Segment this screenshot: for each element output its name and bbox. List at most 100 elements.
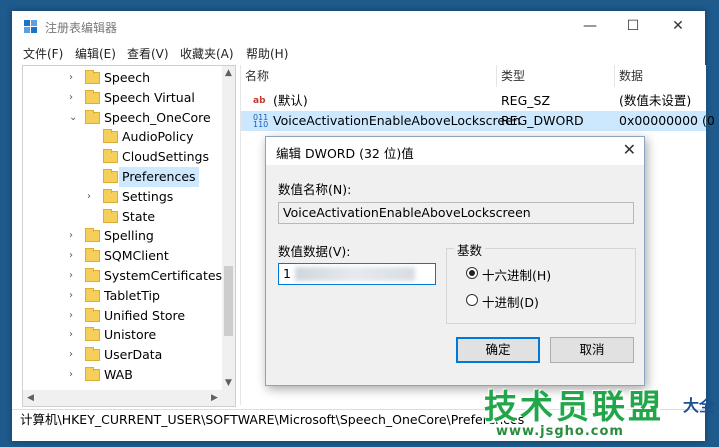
folder-icon xyxy=(85,307,100,322)
value-type: REG_DWORD xyxy=(501,113,584,128)
expand-chevron-icon[interactable]: › xyxy=(69,88,79,108)
title-bar[interactable]: 注册表编辑器 — ☐ ✕ xyxy=(12,11,705,41)
menu-help[interactable]: 帮助(H) xyxy=(246,45,288,62)
value-data: 0x00000000 (0 xyxy=(619,113,715,128)
expand-chevron-icon[interactable]: › xyxy=(87,187,97,207)
tree-item[interactable]: › Unistore xyxy=(23,325,221,345)
expand-chevron-icon[interactable]: › xyxy=(69,365,79,385)
menu-favorites[interactable]: 收藏夹(A) xyxy=(180,45,234,62)
decimal-radio-label[interactable]: 十进制(D) xyxy=(482,292,539,311)
edit-dword-dialog: 编辑 DWORD (32 位)值 ✕ 数值名称(N): VoiceActivat… xyxy=(265,136,645,386)
tree-item-label: TabletTip xyxy=(104,287,160,303)
tree-item-label: Settings xyxy=(122,188,174,204)
tree-item[interactable]: › SQMClient xyxy=(23,246,221,266)
tree-vertical-scrollbar[interactable]: ▲ ▼ xyxy=(222,66,235,390)
value-data-input[interactable]: 1 xyxy=(278,263,436,285)
value-name-label: 数值名称(N): xyxy=(278,182,352,197)
expand-chevron-icon[interactable]: › xyxy=(69,266,79,286)
folder-icon xyxy=(85,367,100,381)
folder-icon xyxy=(103,149,118,164)
list-item[interactable]: ab (默认) REG_SZ (数值未设置) xyxy=(241,91,706,111)
expand-chevron-icon[interactable]: › xyxy=(69,306,79,326)
window-title: 注册表编辑器 xyxy=(45,21,118,35)
dialog-title-bar[interactable]: 编辑 DWORD (32 位)值 ✕ xyxy=(266,137,644,165)
hex-radio-label[interactable]: 十六进制(H) xyxy=(482,265,551,284)
menu-bar: 文件(F) 编辑(E) 查看(V) 收藏夹(A) 帮助(H) xyxy=(12,43,705,63)
menu-view[interactable]: 查看(V) xyxy=(127,45,169,62)
tree-item[interactable]: › Speech xyxy=(23,68,221,88)
value-type: REG_SZ xyxy=(501,93,551,108)
tree-item[interactable]: › SystemCertificates xyxy=(23,266,222,286)
tree-item[interactable]: › Speech Virtual xyxy=(23,88,221,108)
tree-item-label: UserData xyxy=(104,347,163,363)
folder-icon xyxy=(85,89,100,104)
base-group xyxy=(446,248,636,324)
string-value-icon: ab xyxy=(253,96,266,106)
tree-item[interactable]: AudioPolicy xyxy=(23,127,221,147)
tree-item[interactable]: › Settings xyxy=(23,187,221,207)
dialog-close-icon[interactable]: ✕ xyxy=(623,140,636,159)
tree-item[interactable]: Preferences xyxy=(23,167,221,187)
expand-chevron-icon[interactable]: › xyxy=(69,325,79,345)
scroll-up-icon[interactable]: ▲ xyxy=(225,68,232,78)
watermark-url: www.jsgho.com xyxy=(496,424,624,439)
folder-icon xyxy=(85,228,100,243)
scroll-left-icon[interactable]: ◀ xyxy=(27,393,34,403)
value-name: VoiceActivationEnableAboveLockscreen xyxy=(273,113,521,128)
folder-icon xyxy=(85,327,100,342)
menu-edit[interactable]: 编辑(E) xyxy=(75,45,116,62)
tree-item[interactable]: State xyxy=(23,207,221,227)
tree-item-label: Unistore xyxy=(104,327,157,343)
tree-item-label: Unified Store xyxy=(104,307,186,323)
tree-item-label: WAB xyxy=(104,367,133,382)
expand-chevron-icon[interactable]: › xyxy=(69,226,79,246)
tree-item[interactable]: › Spelling xyxy=(23,226,221,246)
expand-chevron-icon[interactable]: › xyxy=(69,286,79,306)
expand-chevron-icon[interactable]: › xyxy=(69,68,79,88)
watermark-suffix: 大全 xyxy=(682,396,715,415)
tree-horizontal-scrollbar[interactable]: ◀ ▶ xyxy=(23,390,235,406)
ok-button[interactable]: 确定 xyxy=(456,337,540,363)
registry-editor-icon xyxy=(24,20,38,34)
folder-icon xyxy=(103,208,118,223)
folder-icon xyxy=(103,129,118,144)
tree-item[interactable]: › WAB xyxy=(23,365,221,385)
tree-item[interactable]: › UserData xyxy=(23,345,221,365)
tree-item[interactable]: › TabletTip xyxy=(23,286,221,306)
list-item[interactable]: 011 110 VoiceActivationEnableAboveLockscr… xyxy=(241,111,715,131)
folder-icon xyxy=(85,70,100,84)
tree-item-label: Speech Virtual xyxy=(104,89,195,105)
folder-icon xyxy=(85,347,100,362)
column-header-data[interactable]: 数据 xyxy=(615,65,706,87)
expand-chevron-icon[interactable]: › xyxy=(69,246,79,266)
value-name-text: VoiceActivationEnableAboveLockscreen xyxy=(283,205,531,220)
close-button[interactable]: ✕ xyxy=(655,11,701,41)
scroll-right-icon[interactable]: ▶ xyxy=(211,393,218,403)
tree-item-label: Preferences xyxy=(119,167,199,187)
collapse-chevron-icon[interactable]: ⌄ xyxy=(69,108,79,128)
tree-item-label: Spelling xyxy=(104,228,154,244)
tree-item-label: CloudSettings xyxy=(122,149,209,165)
value-data-text: 1 xyxy=(283,266,291,281)
maximize-button[interactable]: ☐ xyxy=(610,11,656,41)
tree-scroll-thumb[interactable] xyxy=(224,266,233,336)
cancel-button[interactable]: 取消 xyxy=(550,337,634,363)
tree-item-label: State xyxy=(122,208,156,224)
folder-icon xyxy=(85,287,100,302)
tree-item[interactable]: ⌄ Speech_OneCore xyxy=(23,108,221,128)
scroll-down-icon[interactable]: ▼ xyxy=(225,378,232,388)
minimize-button[interactable]: — xyxy=(567,11,613,41)
tree-item[interactable]: CloudSettings xyxy=(23,147,221,167)
menu-file[interactable]: 文件(F) xyxy=(23,45,63,62)
folder-icon xyxy=(103,188,118,203)
expand-chevron-icon[interactable]: › xyxy=(69,345,79,365)
column-header-name[interactable]: 名称 xyxy=(241,65,497,87)
hex-radio[interactable] xyxy=(466,267,478,279)
value-data: (数值未设置) xyxy=(619,93,692,108)
decimal-radio[interactable] xyxy=(466,294,478,306)
tree-item[interactable]: › Unified Store xyxy=(23,306,221,326)
folder-icon xyxy=(85,109,100,124)
column-header-type[interactable]: 类型 xyxy=(497,65,615,87)
registry-key-tree[interactable]: › Speech › Speech Virtual ⌄ Speech_OneCore Aud… xyxy=(22,65,236,407)
binary-value-icon: 011 110 xyxy=(253,113,269,129)
